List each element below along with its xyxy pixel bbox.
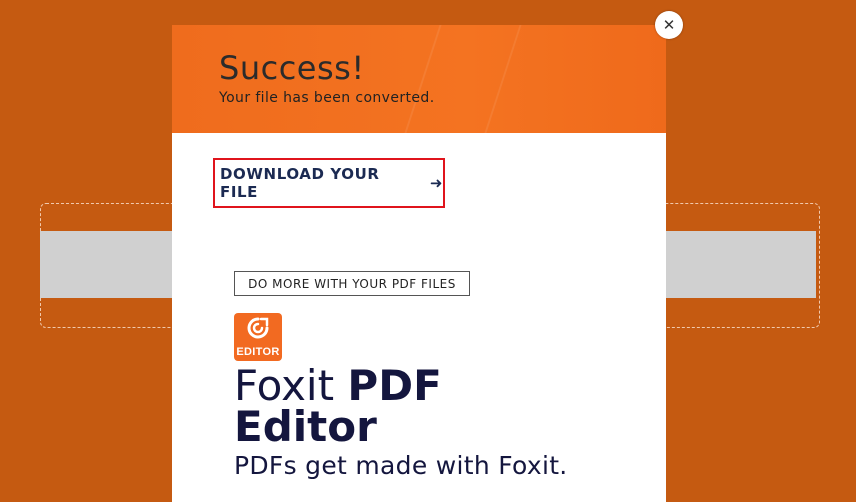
success-modal: Success! Your file has been converted. D… [172,25,666,502]
close-icon: ✕ [662,15,676,34]
download-label: DOWNLOAD YOUR FILE [220,165,380,201]
foxit-logo-icon: EDITOR [234,313,282,361]
header-texture [404,25,442,133]
modal-subtitle: Your file has been converted. [219,90,435,106]
arrow-right-icon: ➜ [429,174,443,192]
download-file-button[interactable]: DOWNLOAD YOUR FILE ➜ [213,158,445,208]
product-name: Foxit PDF Editor [234,365,442,448]
product-name-bold-2: Editor [234,402,377,451]
header-texture [484,25,522,133]
modal-title: Success! [219,49,365,87]
promo-badge: DO MORE WITH YOUR PDF FILES [234,271,470,296]
logo-text: EDITOR [236,346,280,358]
modal-header: Success! Your file has been converted. [172,25,666,133]
close-button[interactable]: ✕ [655,11,683,39]
product-tagline: PDFs get made with Foxit. [234,451,568,480]
foxit-logo-mark [247,317,269,339]
